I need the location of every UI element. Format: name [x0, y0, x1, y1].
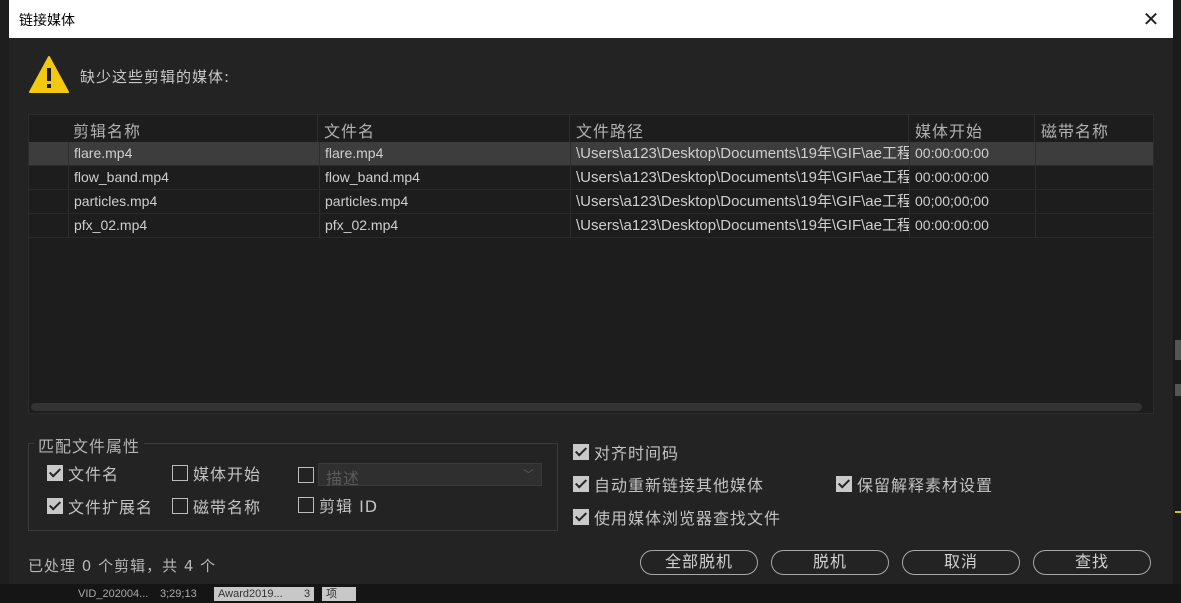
cell-file-path: \Users\a123\Desktop\Documents\19年\GIF\ae… [570, 190, 909, 213]
checkbox-label: 文件名 [68, 465, 120, 484]
checkbox-unchecked-icon [298, 497, 314, 513]
warning-message: 缺少这些剪辑的媒体: [80, 68, 231, 86]
cell-media-start: 00;00;00;00 [909, 190, 1035, 213]
background-clip-name: VID_202004... [78, 588, 149, 600]
link-media-dialog: 链接媒体 ✕ 缺少这些剪辑的媒体: 剪辑名称 文件名 文件路径 媒体开始 磁带名… [9, 0, 1173, 584]
match-attributes-legend: 匹配文件属性 [34, 433, 145, 457]
column-divider[interactable] [908, 115, 909, 142]
preserve-interpret-checkbox[interactable]: 保留解释素材设置 [836, 472, 993, 496]
row-marker [29, 190, 68, 213]
background-app-right [1173, 0, 1181, 603]
cell-file-name: flare.mp4 [319, 142, 570, 165]
table-row[interactable]: pfx_02.mp4 pfx_02.mp4 \Users\a123\Deskto… [29, 214, 1153, 238]
background-mark [1175, 384, 1181, 396]
column-divider[interactable] [569, 115, 570, 142]
align-timecode-checkbox[interactable]: 对齐时间码 [573, 440, 679, 464]
cell-clip-name: flare.mp4 [68, 142, 319, 165]
auto-relink-checkbox[interactable]: 自动重新链接其他媒体 [573, 472, 764, 496]
tape-name-checkbox[interactable]: 磁带名称 [172, 494, 261, 518]
cell-clip-name: particles.mp4 [68, 190, 319, 213]
cell-clip-name: flow_band.mp4 [68, 166, 319, 189]
status-text: 已处理 0 个剪辑，共 4 个 [28, 557, 217, 575]
file-extension-checkbox[interactable]: 文件扩展名 [47, 494, 153, 518]
cancel-button[interactable]: 取消 [902, 550, 1020, 575]
checkbox-label: 剪辑 ID [319, 497, 379, 516]
table-row[interactable]: flow_band.mp4 flow_band.mp4 \Users\a123\… [29, 166, 1153, 190]
checkbox-label: 自动重新链接其他媒体 [594, 476, 765, 495]
media-start-checkbox[interactable]: 媒体开始 [172, 461, 261, 485]
cell-file-path: \Users\a123\Desktop\Documents\19年\GIF\ae… [570, 214, 909, 237]
checkbox-label: 文件扩展名 [68, 498, 154, 517]
description-checkbox[interactable] [298, 467, 314, 483]
cell-file-name: particles.mp4 [319, 190, 570, 213]
table-row[interactable]: flare.mp4 flare.mp4 \Users\a123\Desktop\… [29, 142, 1153, 166]
checkbox-unchecked-icon [172, 498, 188, 514]
checkbox-label: 磁带名称 [193, 498, 262, 517]
description-select[interactable]: 描述 ﹀ [318, 463, 542, 488]
column-header-file-path[interactable]: 文件路径 [576, 118, 644, 142]
table-header: 剪辑名称 文件名 文件路径 媒体开始 磁带名称 [29, 115, 1153, 142]
column-header-media-start[interactable]: 媒体开始 [915, 118, 983, 142]
checkbox-label: 保留解释素材设置 [857, 476, 994, 495]
dialog-title: 链接媒体 [19, 13, 75, 29]
column-divider[interactable] [1034, 115, 1035, 142]
checkbox-unchecked-icon [298, 467, 314, 483]
cell-tape-name [1035, 214, 1153, 237]
checkbox-checked-icon [573, 444, 589, 460]
close-icon[interactable]: ✕ [1137, 6, 1165, 32]
checkbox-checked-icon [47, 465, 63, 481]
locate-button[interactable]: 查找 [1033, 550, 1151, 575]
checkbox-checked-icon [573, 509, 589, 525]
cell-file-path: \Users\a123\Desktop\Documents\19年\GIF\ae… [570, 166, 909, 189]
horizontal-scrollbar[interactable] [31, 403, 1142, 411]
cell-file-path: \Users\a123\Desktop\Documents\19年\GIF\ae… [570, 142, 909, 165]
background-mark [1175, 340, 1181, 360]
table-row[interactable]: particles.mp4 particles.mp4 \Users\a123\… [29, 190, 1153, 214]
checkbox-checked-icon [836, 476, 852, 492]
cell-media-start: 00:00:00:00 [909, 166, 1035, 189]
column-header-clip-name[interactable]: 剪辑名称 [73, 118, 141, 142]
background-mark [1175, 511, 1181, 513]
background-clip-duration: 3;29;13 [160, 588, 197, 600]
checkbox-label: 媒体开始 [193, 465, 262, 484]
chevron-down-icon: ﹀ [523, 468, 534, 481]
title-bar: 链接媒体 ✕ [9, 0, 1173, 38]
offline-all-button[interactable]: 全部脱机 [640, 550, 758, 575]
background-clip-label: 项 [322, 587, 356, 601]
cell-file-name: pfx_02.mp4 [319, 214, 570, 237]
cell-media-start: 00:00:00:00 [909, 142, 1035, 165]
background-clip-name: Award2019... [214, 587, 310, 601]
row-marker [29, 142, 68, 165]
checkbox-label: 对齐时间码 [594, 444, 680, 463]
offline-button[interactable]: 脱机 [771, 550, 889, 575]
cell-tape-name [1035, 190, 1153, 213]
background-clip-count: 3 [300, 587, 315, 601]
cell-tape-name [1035, 142, 1153, 165]
checkbox-unchecked-icon [172, 465, 188, 481]
use-media-browser-checkbox[interactable]: 使用媒体浏览器查找文件 [573, 505, 781, 529]
checkbox-checked-icon [573, 476, 589, 492]
column-header-file-name[interactable]: 文件名 [324, 118, 375, 142]
cell-tape-name [1035, 166, 1153, 189]
checkbox-label: 使用媒体浏览器查找文件 [594, 509, 782, 528]
row-marker [29, 166, 68, 189]
row-marker [29, 214, 68, 237]
cell-media-start: 00:00:00:00 [909, 214, 1035, 237]
file-name-checkbox[interactable]: 文件名 [47, 461, 119, 485]
column-header-tape-name[interactable]: 磁带名称 [1041, 118, 1109, 142]
missing-media-table[interactable]: 剪辑名称 文件名 文件路径 媒体开始 磁带名称 flare.mp4 flare.… [28, 114, 1154, 414]
column-divider[interactable] [317, 115, 318, 142]
background-timeline: VID_202004... 3;29;13 Award2019... 3 项 [0, 584, 1181, 603]
warning-icon [29, 56, 69, 93]
checkbox-checked-icon [47, 498, 63, 514]
cell-clip-name: pfx_02.mp4 [68, 214, 319, 237]
description-select-value: 描述 [326, 469, 361, 488]
cell-file-name: flow_band.mp4 [319, 166, 570, 189]
background-app-left [0, 0, 9, 603]
clip-id-checkbox[interactable]: 剪辑 ID [298, 493, 378, 517]
